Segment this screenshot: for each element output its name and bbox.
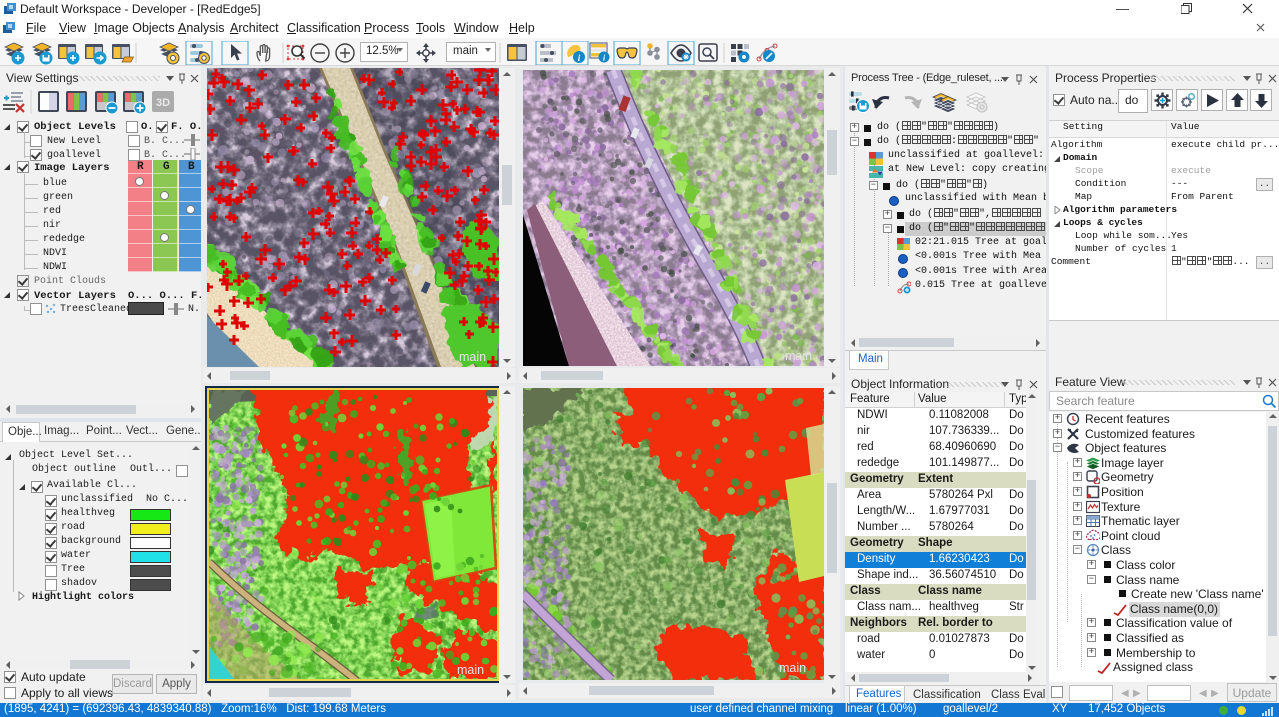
svg-text:main: main bbox=[785, 349, 812, 363]
svg-text:3D: 3D bbox=[156, 97, 170, 109]
svg-text:main: main bbox=[459, 350, 486, 364]
svg-text:main: main bbox=[457, 663, 484, 677]
svg-text:main: main bbox=[779, 661, 806, 675]
